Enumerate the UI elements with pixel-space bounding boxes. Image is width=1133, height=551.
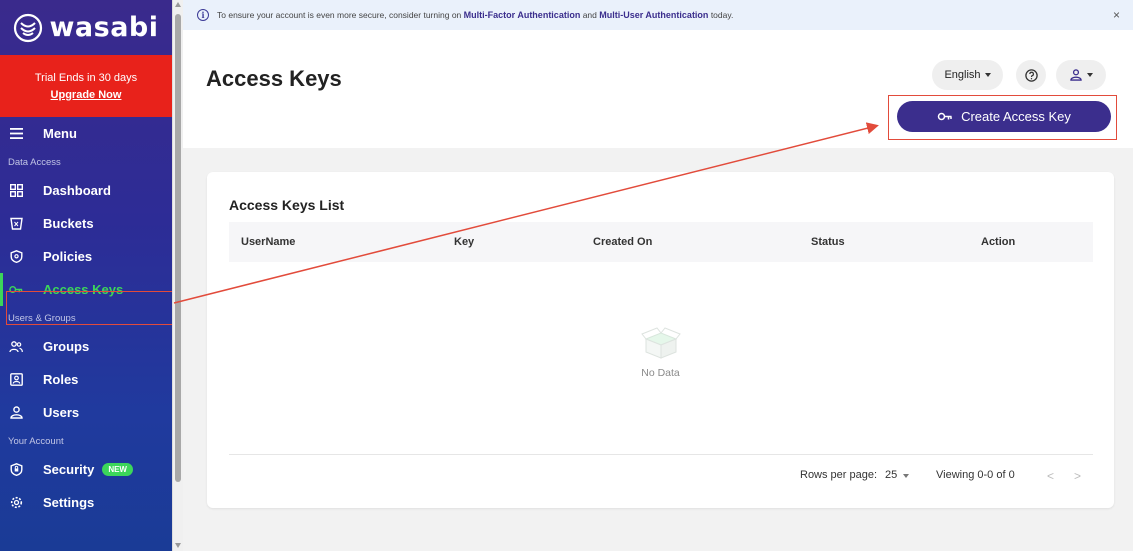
- user-icon: [1069, 69, 1082, 81]
- create-access-key-label: Create Access Key: [961, 109, 1071, 124]
- user-icon: [9, 406, 23, 420]
- gear-icon: [9, 496, 23, 510]
- section-data-access: Data Access: [8, 156, 61, 168]
- sidebar-item-label: Users: [43, 405, 80, 420]
- highlight-access-keys: [6, 291, 172, 325]
- rows-per-page-select[interactable]: 25: [885, 469, 910, 481]
- mfa-link[interactable]: Multi-Factor Authentication: [464, 10, 581, 20]
- close-icon[interactable]: ×: [1113, 8, 1120, 22]
- security-banner: i To ensure your account is even more se…: [183, 0, 1133, 30]
- sidebar-item-label: Dashboard: [43, 183, 111, 198]
- wasabi-logo-icon: [14, 13, 43, 42]
- sidebar-item-label: Settings: [43, 495, 95, 510]
- sidebar-item-label: Buckets: [43, 216, 94, 231]
- menu-label: Menu: [43, 126, 77, 141]
- rows-per-page: Rows per page: 25: [800, 469, 910, 481]
- scroll-thumb[interactable]: [175, 14, 181, 482]
- card-title: Access Keys List: [229, 197, 345, 213]
- column-created-on[interactable]: Created On: [593, 236, 652, 248]
- viewing-count: Viewing 0-0 of 0: [936, 469, 1015, 481]
- empty-box-icon: [640, 327, 681, 359]
- banner-text-2: and: [582, 10, 597, 20]
- sidebar-item-security[interactable]: Security NEW: [0, 453, 172, 486]
- sidebar-item-buckets[interactable]: Buckets: [0, 207, 172, 240]
- upgrade-now-link[interactable]: Upgrade Now: [51, 89, 122, 101]
- sidebar-item-users[interactable]: Users: [0, 396, 172, 429]
- rows-per-page-label: Rows per page:: [800, 469, 878, 481]
- user-menu-button[interactable]: [1056, 60, 1106, 90]
- groups-icon: [9, 340, 23, 354]
- lock-shield-icon: [9, 463, 23, 477]
- language-label: English: [944, 69, 981, 81]
- column-status[interactable]: Status: [811, 236, 845, 248]
- chevron-down-icon: [1086, 73, 1093, 77]
- sidebar-item-label: Groups: [43, 339, 90, 354]
- sidebar-item-dashboard[interactable]: Dashboard: [0, 174, 172, 207]
- chevron-down-icon: [984, 73, 991, 77]
- scroll-up-arrow-icon[interactable]: [175, 2, 181, 7]
- scroll-down-arrow-icon[interactable]: [175, 543, 181, 548]
- access-keys-card: Access Keys List UserName Key Created On…: [207, 172, 1114, 508]
- trial-banner: Trial Ends in 30 days Upgrade Now: [0, 55, 172, 117]
- banner-text-3: today.: [710, 10, 734, 20]
- create-access-key-button[interactable]: Create Access Key: [897, 101, 1111, 132]
- logo[interactable]: wasabi: [0, 0, 172, 55]
- page-header: Access Keys English Create Access Key: [183, 30, 1133, 148]
- page-title: Access Keys: [206, 66, 342, 91]
- info-icon: i: [197, 9, 209, 21]
- column-key[interactable]: Key: [454, 236, 474, 248]
- main-content: i To ensure your account is even more se…: [183, 0, 1133, 551]
- chevron-down-icon: [903, 474, 910, 478]
- shield-icon: [9, 250, 23, 264]
- next-page-button[interactable]: >: [1074, 469, 1081, 483]
- key-icon: [937, 112, 952, 121]
- pager-divider: [229, 454, 1093, 455]
- sidebar-item-roles[interactable]: Roles: [0, 363, 172, 396]
- sidebar: wasabi Trial Ends in 30 days Upgrade Now…: [0, 0, 172, 551]
- banner-text-1: To ensure your account is even more secu…: [217, 10, 462, 20]
- mua-link[interactable]: Multi-User Authentication: [599, 10, 708, 20]
- rows-per-page-value: 25: [885, 469, 898, 481]
- empty-state: No Data: [207, 327, 1114, 379]
- language-select[interactable]: English: [932, 60, 1003, 90]
- table-header: UserName Key Created On Status Action: [229, 222, 1093, 262]
- banner-text: To ensure your account is even more secu…: [217, 10, 733, 20]
- badge-icon: [9, 373, 23, 387]
- pager-nav: < >: [1047, 469, 1081, 483]
- section-your-account: Your Account: [8, 435, 64, 447]
- logo-text: wasabi: [49, 12, 159, 43]
- trial-text: Trial Ends in 30 days: [34, 71, 138, 84]
- sidebar-item-label: Roles: [43, 372, 79, 387]
- column-username[interactable]: UserName: [241, 236, 295, 248]
- new-badge: NEW: [102, 463, 133, 476]
- hamburger-icon: [10, 128, 23, 139]
- column-action[interactable]: Action: [981, 236, 1015, 248]
- prev-page-button[interactable]: <: [1047, 469, 1054, 483]
- sidebar-item-policies[interactable]: Policies: [0, 240, 172, 273]
- menu-toggle[interactable]: Menu: [0, 117, 172, 150]
- sidebar-item-groups[interactable]: Groups: [0, 330, 172, 363]
- dashboard-icon: [9, 184, 23, 198]
- help-icon: [1024, 68, 1038, 82]
- sidebar-item-label: Policies: [43, 249, 93, 264]
- sidebar-scrollbar[interactable]: [172, 0, 183, 551]
- sidebar-item-settings[interactable]: Settings: [0, 486, 172, 519]
- sidebar-item-label: Security: [43, 462, 95, 477]
- bucket-icon: [9, 217, 23, 231]
- help-button[interactable]: [1016, 60, 1046, 90]
- no-data-text: No Data: [641, 367, 680, 379]
